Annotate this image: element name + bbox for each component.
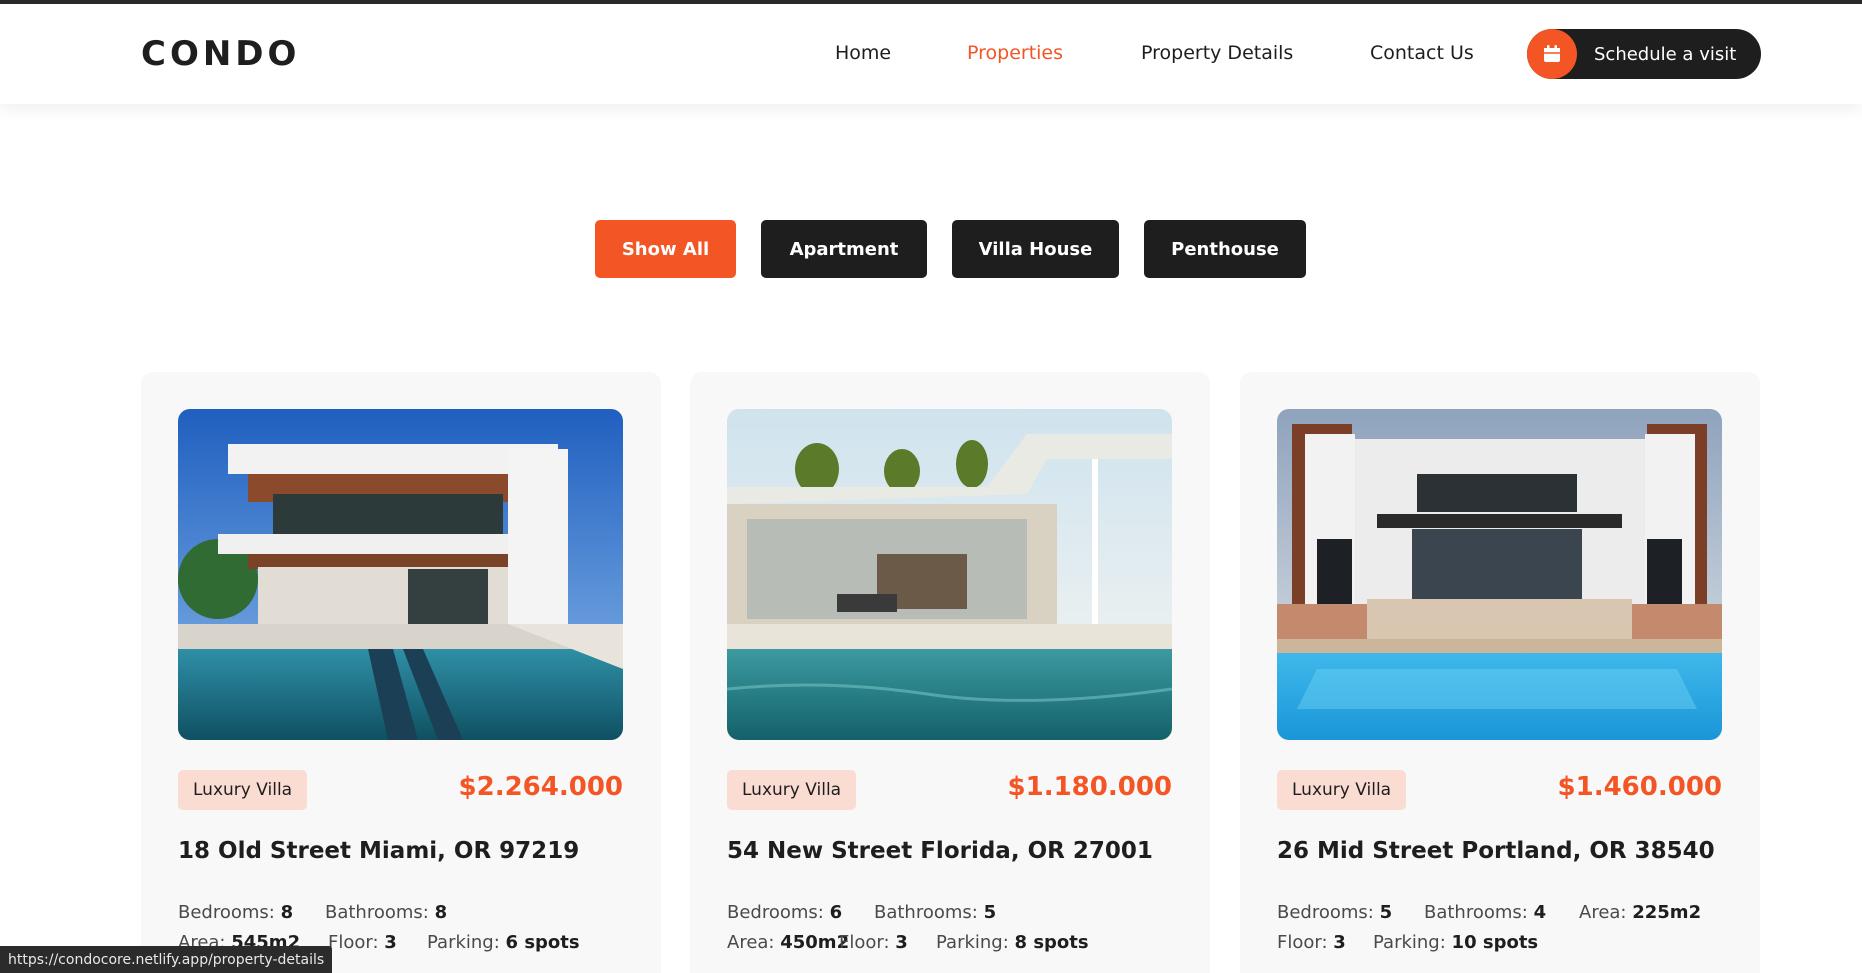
spec-area: Area: 225m2 [1579,902,1702,923]
schedule-visit-button[interactable]: Schedule a visit [1527,29,1761,79]
nav-home[interactable]: Home [835,42,891,64]
property-type-tag: Luxury Villa [727,770,857,810]
property-photo[interactable] [178,409,623,740]
status-bar-url: https://condocore.netlify.app/property-d… [0,946,333,973]
spec-area: Area: 450m2 [727,932,850,953]
property-photo[interactable] [727,409,1172,740]
spec-bedrooms: Bedrooms: 6 [727,902,843,923]
schedule-visit-label: Schedule a visit [1594,43,1737,65]
property-filters: Show All Apartment Villa House Penthouse [0,220,1862,278]
property-title[interactable]: 54 New Street Florida, OR 27001 [727,838,1153,864]
calendar-icon [1527,29,1577,79]
spec-bathrooms: Bathrooms: 5 [874,902,997,923]
property-title[interactable]: 26 Mid Street Portland, OR 38540 [1277,838,1715,864]
property-photo[interactable] [1277,409,1722,740]
spec-parking: Parking: 8 spots [936,932,1089,953]
filter-villa-house[interactable]: Villa House [952,220,1119,278]
filter-apartment[interactable]: Apartment [761,220,927,278]
spec-floor: Floor: 3 [1277,932,1346,953]
property-card: Luxury Villa $2.264.000 18 Old Street Mi… [141,372,661,973]
spec-parking: Parking: 10 spots [1373,932,1539,953]
property-card: Luxury Villa $1.180.000 54 New Street Fl… [690,372,1210,973]
property-type-tag: Luxury Villa [1277,770,1407,810]
filter-penthouse[interactable]: Penthouse [1144,220,1306,278]
property-card: Luxury Villa $1.460.000 26 Mid Street Po… [1240,372,1760,973]
spec-parking: Parking: 6 spots [427,932,580,953]
spec-floor: Floor: 3 [328,932,397,953]
nav-contact-us[interactable]: Contact Us [1370,42,1474,64]
property-price: $2.264.000 [458,772,623,802]
spec-floor: Floor: 3 [839,932,908,953]
spec-bedrooms: Bedrooms: 8 [178,902,294,923]
property-type-tag: Luxury Villa [178,770,308,810]
site-header: CONDO Home Properties Property Details C… [0,4,1862,104]
property-price: $1.460.000 [1557,772,1722,802]
property-title[interactable]: 18 Old Street Miami, OR 97219 [178,838,579,864]
property-price: $1.180.000 [1007,772,1172,802]
spec-bathrooms: Bathrooms: 8 [325,902,448,923]
spec-bedrooms: Bedrooms: 5 [1277,902,1393,923]
nav-property-details[interactable]: Property Details [1141,42,1293,64]
filter-show-all[interactable]: Show All [595,220,736,278]
nav-properties[interactable]: Properties [967,42,1063,64]
spec-bathrooms: Bathrooms: 4 [1424,902,1547,923]
